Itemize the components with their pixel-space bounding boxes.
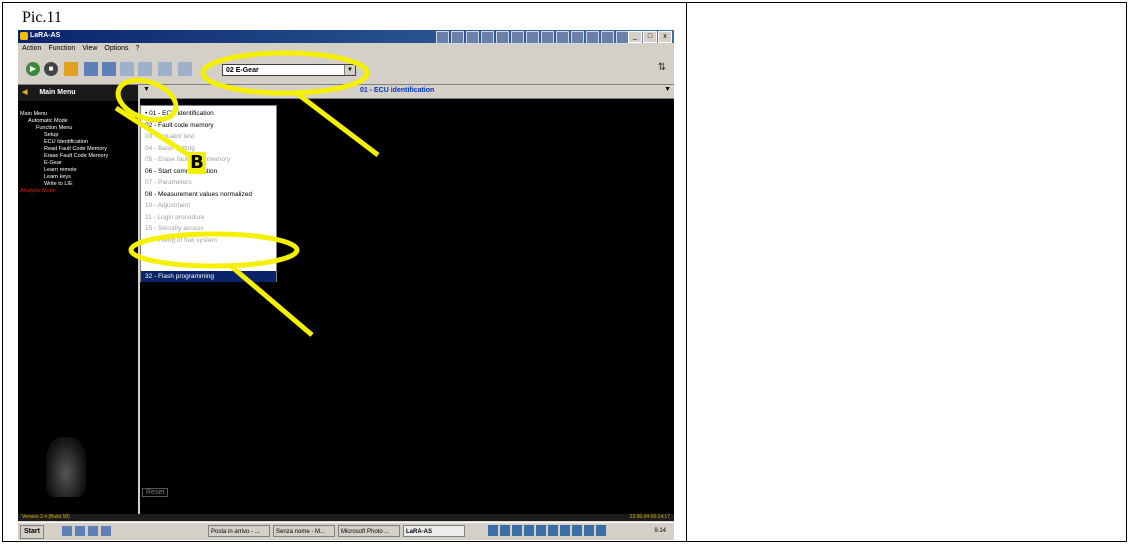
annotation-label-c: C <box>316 336 333 361</box>
annotation-line-a <box>293 90 380 157</box>
annotation-line-c <box>230 265 314 337</box>
annotation-label-a: A <box>386 158 404 183</box>
annotation-overlay <box>114 50 380 337</box>
annotation-label-b: B <box>188 152 206 174</box>
annotation-ellipse-a <box>200 50 370 96</box>
annotation-line-b <box>114 105 194 160</box>
annotation-ellipse-b <box>115 77 179 123</box>
annotation-ellipse-c <box>128 231 300 269</box>
